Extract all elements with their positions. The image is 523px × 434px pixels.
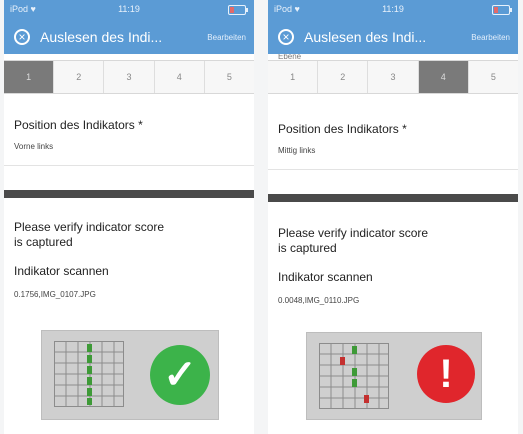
battery-icon [228, 5, 248, 15]
indicator-image: ✓ [41, 330, 219, 420]
status-bar: iPod ♥ 11:19 [268, 0, 518, 20]
close-icon[interactable]: × [278, 29, 294, 45]
tab-step-2[interactable]: 2 [53, 61, 103, 93]
position-field[interactable]: Position des Indikators * Vorne links [4, 118, 254, 151]
tab-step-1[interactable]: 1 [268, 61, 317, 93]
indicator-image: ! [306, 332, 482, 420]
tab-step-4[interactable]: 4 [417, 61, 468, 93]
battery-icon [492, 5, 512, 15]
tab-step-4[interactable]: 4 [153, 61, 204, 93]
phone-screen-left: iPod ♥ 11:19 × Auslesen des Indi... Bear… [4, 0, 254, 434]
step-tabs: 1 2 3 4 5 [4, 60, 254, 94]
step-tabs: 1 2 3 4 5 [268, 60, 518, 94]
edit-button[interactable]: Bearbeiten [471, 33, 510, 42]
nav-bar: × Auslesen des Indi... Bearbeiten [268, 20, 518, 54]
scan-label: Indikator scannen [14, 264, 109, 278]
checkmark-icon: ✓ [150, 345, 210, 405]
scan-field[interactable]: Indikator scannen 0.0048,IMG_0110.JPG [268, 270, 518, 305]
scan-field[interactable]: Indikator scannen 0.1756,IMG_0107.JPG [4, 264, 254, 299]
position-value: Vorne links [14, 142, 54, 151]
scan-label: Indikator scannen [278, 270, 373, 284]
tab-step-5[interactable]: 5 [467, 61, 518, 93]
tab-step-2[interactable]: 2 [317, 61, 367, 93]
close-icon[interactable]: × [14, 29, 30, 45]
nav-bar: × Auslesen des Indi... Bearbeiten [4, 20, 254, 54]
edit-button[interactable]: Bearbeiten [207, 33, 246, 42]
clock: 11:19 [118, 4, 140, 14]
tab-step-5[interactable]: 5 [203, 61, 254, 93]
phone-screen-right: iPod ♥ 11:19 × Auslesen des Indi... Bear… [268, 0, 518, 434]
tab-step-3[interactable]: 3 [367, 61, 417, 93]
clock: 11:19 [382, 4, 404, 14]
position-field[interactable]: Position des Indikators * Mittig links [268, 122, 518, 155]
tab-step-1[interactable]: 1 [4, 61, 54, 93]
verify-prompt: Please verify indicator score is capture… [278, 226, 429, 255]
position-label: Position des Indikators * [14, 118, 143, 132]
position-value: Mittig links [278, 146, 316, 155]
tab-step-3[interactable]: 3 [103, 61, 153, 93]
divider-bar [268, 194, 518, 202]
verify-prompt: Please verify indicator score is capture… [14, 220, 165, 249]
indicator-grid-image [319, 343, 389, 409]
page-title: Auslesen des Indi... [40, 29, 163, 45]
page-title: Auslesen des Indi... [304, 29, 427, 45]
indicator-grid-image [54, 341, 124, 407]
position-label: Position des Indikators * [278, 122, 407, 136]
scan-value: 0.1756,IMG_0107.JPG [14, 290, 96, 299]
exclamation-icon: ! [417, 345, 475, 403]
scan-value: 0.0048,IMG_0110.JPG [278, 296, 360, 305]
status-bar: iPod ♥ 11:19 [4, 0, 254, 20]
divider-bar [4, 190, 254, 198]
